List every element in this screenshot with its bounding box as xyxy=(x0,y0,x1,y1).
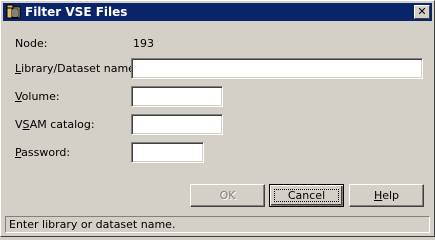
vsam-catalog-field[interactable] xyxy=(131,114,223,135)
help-button[interactable]: Help xyxy=(349,184,424,207)
node-value: 193 xyxy=(133,37,154,50)
node-label: Node: xyxy=(15,37,48,50)
password-field[interactable] xyxy=(131,142,204,163)
vsam-catalog-input[interactable] xyxy=(132,115,222,134)
close-icon: ✕ xyxy=(417,5,427,18)
library-label: Library/Dataset name: xyxy=(15,62,139,75)
cancel-button[interactable]: Cancel xyxy=(269,184,344,207)
status-text: Enter library or dataset name. xyxy=(9,218,176,231)
volume-field[interactable] xyxy=(131,86,223,107)
library-input[interactable] xyxy=(132,59,422,78)
vsam-label: VSAM catalog: xyxy=(15,118,95,131)
focus-rectangle xyxy=(274,189,339,202)
help-button-label: Help xyxy=(373,189,400,202)
folder-filter-icon xyxy=(6,4,21,19)
ok-button-label: OK xyxy=(219,189,236,202)
volume-input[interactable] xyxy=(132,87,222,106)
volume-label: Volume: xyxy=(15,90,60,103)
status-bar: Enter library or dataset name. xyxy=(5,216,430,233)
close-button[interactable]: ✕ xyxy=(414,5,430,19)
title-bar[interactable]: Filter VSE Files ✕ xyxy=(3,3,432,21)
window-title: Filter VSE Files xyxy=(25,5,128,19)
dialog-window: Filter VSE Files ✕ Node: 193 Library/Dat… xyxy=(0,0,435,237)
ok-button[interactable]: OK xyxy=(190,184,265,207)
password-label: Password: xyxy=(15,146,71,159)
password-input[interactable] xyxy=(132,143,203,162)
library-field[interactable] xyxy=(131,58,423,79)
